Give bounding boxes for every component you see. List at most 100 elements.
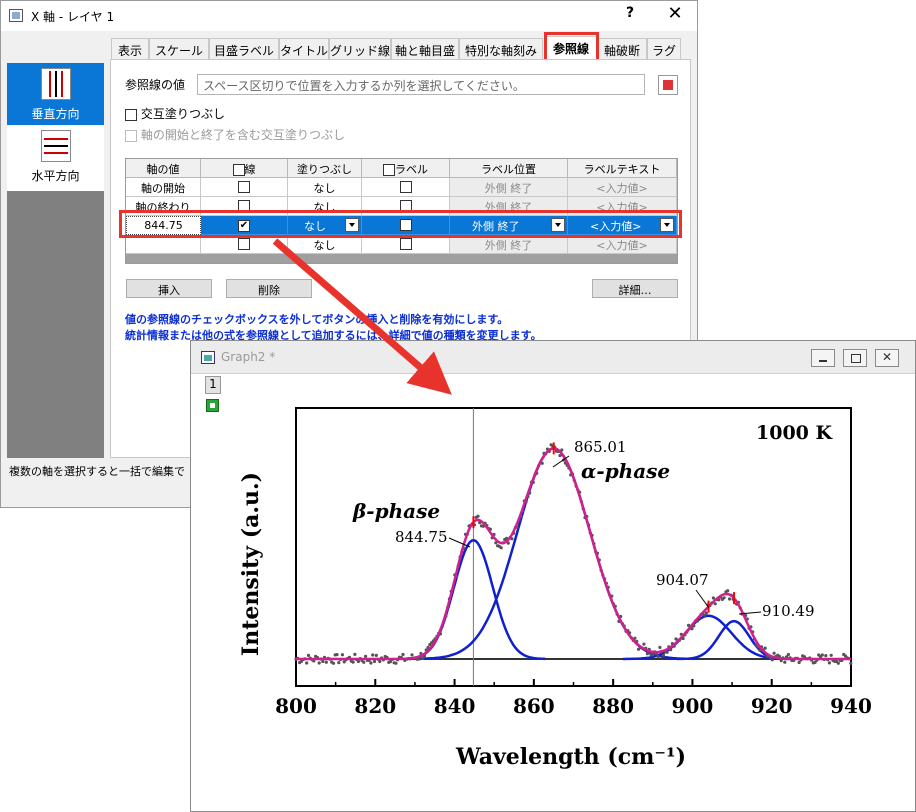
x-tick-label: 920 [751, 694, 793, 718]
data-point [827, 661, 832, 665]
data-point [829, 653, 833, 657]
cell-fill[interactable]: なし [288, 197, 362, 216]
tab-reference-lines[interactable]: 参照線 [545, 36, 597, 60]
direction-panel: 垂直方向 水平方向 [7, 63, 104, 458]
line-checkbox[interactable] [238, 181, 250, 193]
line-checkbox-checked[interactable]: ✔ [238, 220, 250, 232]
close-button[interactable]: ✕ [663, 3, 687, 24]
label-position-value: 外側 終了 [472, 220, 520, 233]
data-point [353, 652, 357, 656]
peak-label-865: 865.01 [574, 438, 627, 456]
app-icon [9, 9, 23, 22]
label-checkbox[interactable] [399, 200, 412, 212]
cell-line[interactable]: ✔ [201, 216, 288, 235]
cell-label-text: <入力値> [568, 235, 677, 254]
cell-axis-value-edit[interactable]: 844.75 [126, 216, 201, 235]
tab-tick-labels[interactable]: 目盛ラベル [209, 38, 279, 59]
cell-axis-value: 軸の終わり [126, 197, 201, 216]
cell-label[interactable] [362, 216, 450, 235]
header-label: ラベル [362, 159, 450, 178]
data-point [727, 597, 732, 601]
table-row[interactable]: 軸の終わり なし 外側 終了 <入力値> [126, 197, 677, 216]
chevron-down-icon[interactable] [551, 218, 565, 232]
cell-label[interactable] [362, 235, 450, 254]
data-point [362, 660, 366, 664]
delete-button[interactable]: 削除 [226, 279, 312, 298]
cell-label-text: <入力値> [568, 178, 677, 197]
cell-line[interactable] [201, 197, 288, 216]
chevron-down-icon[interactable] [345, 218, 359, 232]
alternate-fill-include-option: 軸の開始と終了を含む交互塗りつぶし [125, 126, 345, 143]
cell-line[interactable] [201, 178, 288, 197]
ref-value-input[interactable]: スペース区切りで位置を入力するか列を選択してください。 [197, 74, 645, 95]
cell-line[interactable] [201, 235, 288, 254]
x-tick-label: 840 [434, 694, 476, 718]
label-checkbox[interactable] [399, 238, 412, 250]
tab-scale[interactable]: スケール [149, 38, 209, 59]
column-picker-icon[interactable] [658, 75, 678, 95]
line-checkbox[interactable] [238, 200, 250, 212]
data-point [317, 661, 321, 665]
data-point [786, 652, 791, 657]
data-point [763, 646, 767, 650]
data-point [371, 653, 375, 657]
cell-fill[interactable]: なし [288, 178, 362, 197]
chevron-down-icon[interactable] [660, 218, 674, 232]
data-point [836, 661, 840, 665]
data-point [374, 653, 378, 657]
x-tick-label: 940 [830, 694, 872, 718]
data-point [499, 546, 503, 550]
data-point [340, 653, 344, 657]
data-point [401, 652, 405, 657]
label-checkbox[interactable] [399, 219, 412, 231]
data-point [331, 661, 336, 665]
spectrum-plot[interactable]: 800 820 840 860 880 900 920 940 1000 K α-phase … [191, 341, 915, 811]
x-axis-label: Wavelength (cm⁻¹) [455, 744, 686, 770]
data-point [378, 659, 382, 664]
data-point [410, 653, 414, 657]
cell-fill[interactable]: なし [288, 235, 362, 254]
data-point [306, 653, 311, 657]
tab-grid-lines[interactable]: グリッド線 [329, 38, 391, 59]
peak-label-910: 910.49 [762, 602, 815, 620]
header-line-checkbox[interactable] [232, 164, 245, 176]
help-button[interactable]: ? [620, 5, 640, 21]
cell-label-position[interactable]: 外側 終了 [450, 216, 568, 235]
tab-rug[interactable]: ラグ [647, 38, 681, 59]
alternate-fill-checkbox[interactable] [125, 108, 137, 121]
tab-axis-break[interactable]: 軸破断 [597, 38, 647, 59]
table-row-selected[interactable]: 844.75 ✔ なし 外側 終了 <入力値> [126, 216, 677, 235]
x-tick-label: 800 [275, 694, 317, 718]
dialog-titlebar: X 軸 - レイヤ 1 ? ✕ [1, 1, 697, 31]
cell-axis-value[interactable] [126, 235, 201, 254]
data-point [372, 659, 377, 664]
table-row[interactable]: なし 外側 終了 <入力値> [126, 235, 677, 254]
cell-label-position: 外側 終了 [450, 235, 568, 254]
detail-button[interactable]: 詳細… [592, 279, 678, 298]
data-point [364, 654, 368, 658]
data-point [476, 514, 480, 518]
table-row[interactable]: 軸の開始 なし 外側 終了 <入力値> [126, 178, 677, 197]
cell-label[interactable] [362, 178, 450, 197]
data-point [321, 659, 325, 664]
side-item-horizontal[interactable]: 水平方向 [7, 125, 104, 191]
tab-display[interactable]: 表示 [111, 38, 149, 59]
cell-label-text[interactable]: <入力値> [568, 216, 677, 235]
data-point [824, 654, 828, 658]
line-checkbox[interactable] [238, 238, 250, 250]
header-label-checkbox[interactable] [383, 164, 395, 176]
insert-button[interactable]: 挿入 [126, 279, 212, 298]
cell-fill[interactable]: なし [288, 216, 362, 235]
label-checkbox[interactable] [399, 181, 412, 193]
side-item-vertical-label: 垂直方向 [31, 107, 80, 121]
tab-title[interactable]: タイトル [279, 38, 329, 59]
data-point [394, 661, 398, 665]
data-point [351, 660, 355, 664]
cell-label[interactable] [362, 197, 450, 216]
side-item-vertical[interactable]: 垂直方向 [7, 63, 104, 125]
tab-special-ticks[interactable]: 特別な軸刻み [459, 38, 543, 59]
alternate-fill-option[interactable]: 交互塗りつぶし [125, 105, 225, 122]
data-point [356, 659, 360, 664]
cell-label-text: <入力値> [568, 197, 677, 216]
tab-axis-ticks[interactable]: 軸と軸目盛 [391, 38, 459, 59]
